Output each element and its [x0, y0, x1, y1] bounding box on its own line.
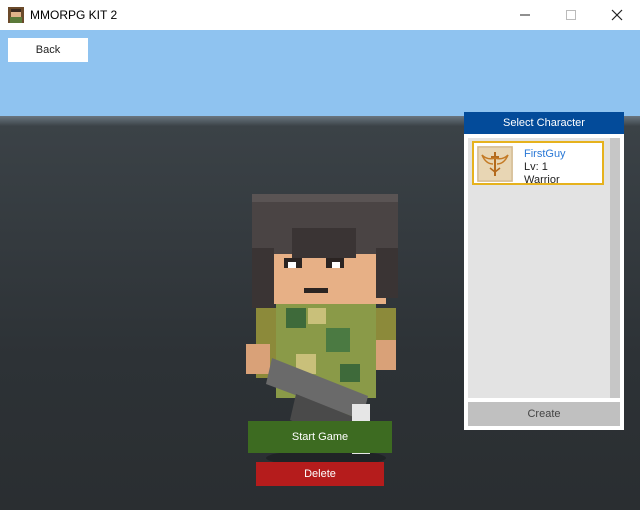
maximize-icon: [566, 10, 576, 20]
character-list: FirstGuy Lv: 1 Warrior: [468, 138, 610, 398]
back-button[interactable]: Back: [8, 38, 88, 62]
character-level: Lv: 1: [524, 161, 548, 173]
app-icon: [8, 7, 24, 23]
maximize-button[interactable]: [548, 0, 594, 30]
character-card[interactable]: FirstGuy Lv: 1 Warrior: [472, 141, 604, 186]
create-button[interactable]: Create: [468, 402, 620, 426]
winged-sword-emblem-icon: [477, 146, 513, 182]
select-character-panel: Select Character FirstGuy Lv: 1 Warrior …: [464, 112, 624, 430]
window-title: MMORPG KIT 2: [30, 8, 118, 22]
sky-background: [0, 30, 640, 116]
panel-title: Select Character: [464, 112, 624, 134]
game-viewport: Back Start Game Delete Select Character …: [0, 30, 640, 510]
scrollbar[interactable]: [610, 138, 620, 398]
character-name: FirstGuy: [524, 148, 566, 160]
close-icon: [611, 9, 623, 21]
title-bar: MMORPG KIT 2: [0, 0, 640, 30]
character-class: Warrior: [524, 174, 560, 186]
start-game-button[interactable]: Start Game: [248, 421, 392, 453]
minimize-button[interactable]: [502, 0, 548, 30]
delete-button[interactable]: Delete: [256, 462, 384, 486]
minimize-icon: [520, 14, 530, 16]
close-button[interactable]: [594, 0, 640, 30]
